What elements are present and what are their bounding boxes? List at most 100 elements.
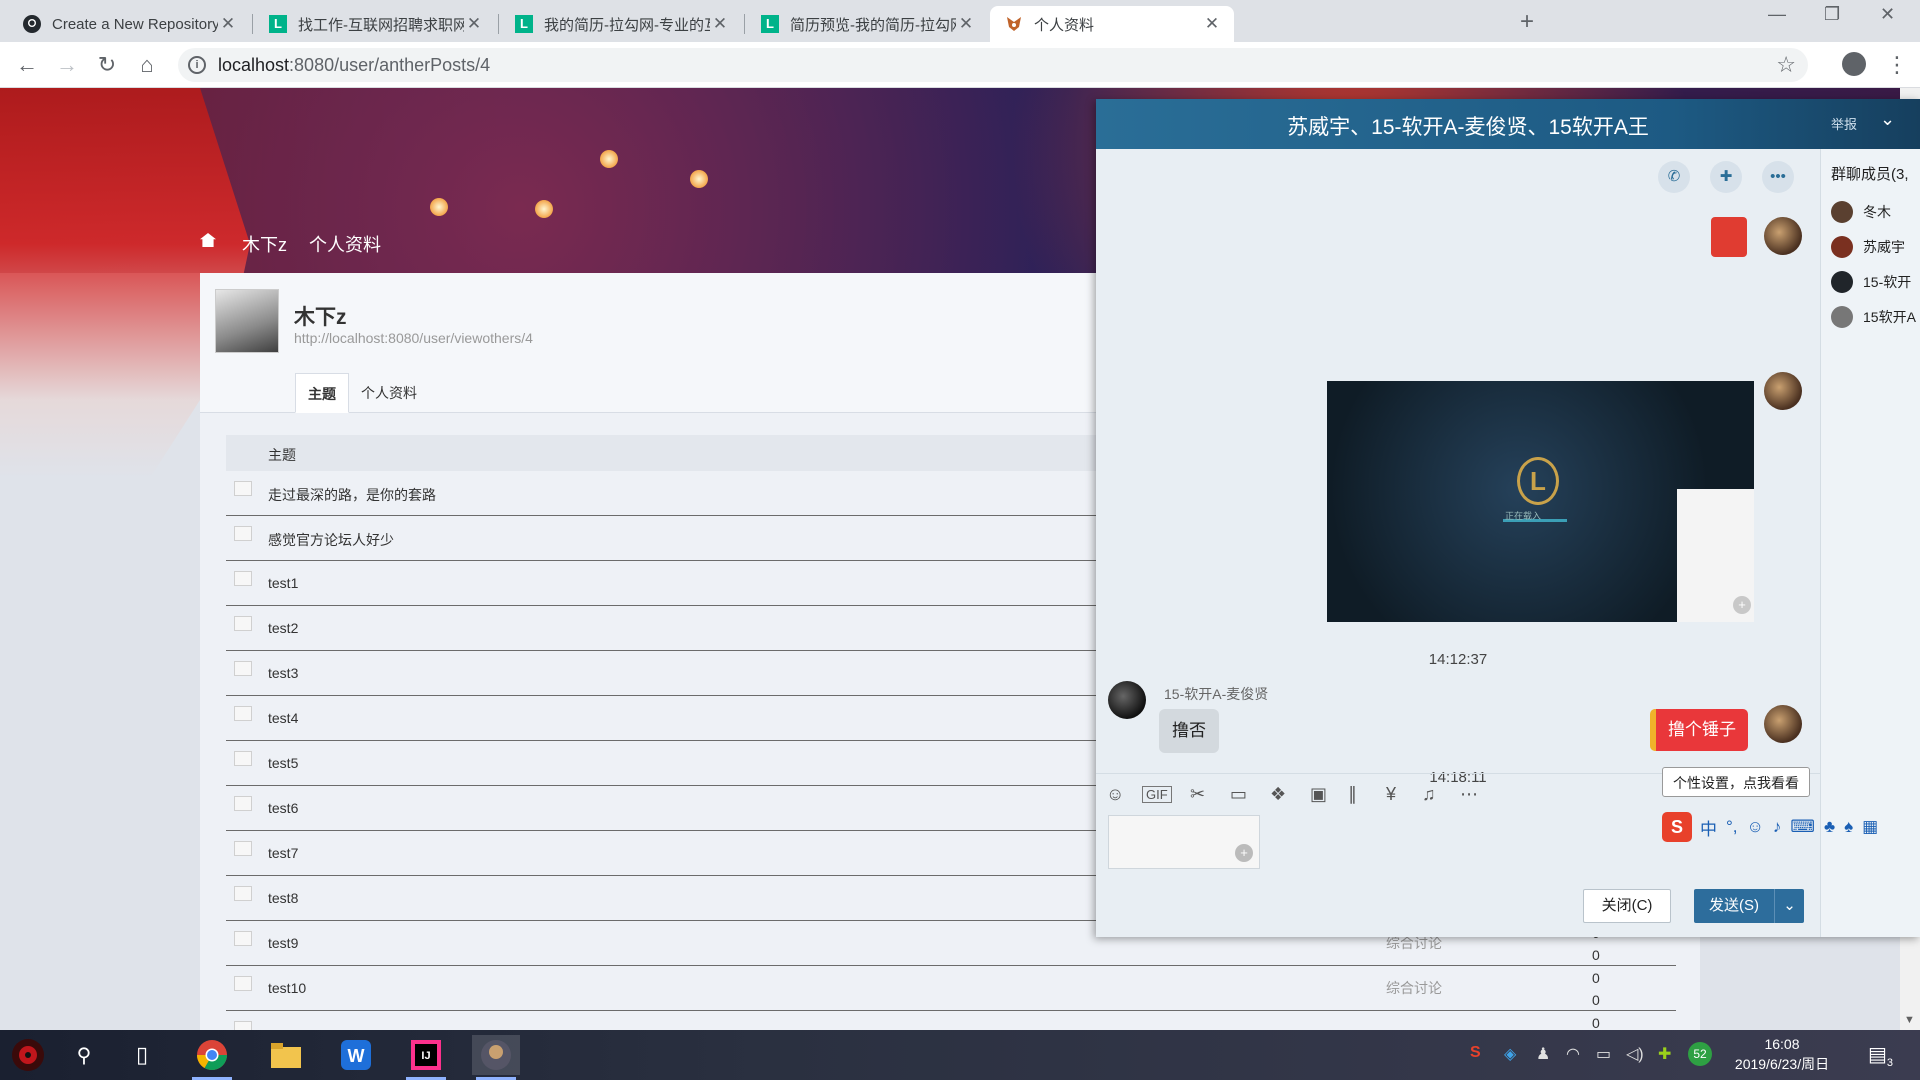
- close-icon[interactable]: ✕: [956, 14, 976, 34]
- red-packet-icon[interactable]: [1711, 217, 1747, 257]
- topic-title[interactable]: test10: [268, 980, 306, 996]
- member-item[interactable]: 15软开A: [1831, 304, 1916, 330]
- chat-title-bar[interactable]: 苏威宇、15-软开A-麦俊贤、15软开A王 举报 ⌄: [1096, 99, 1920, 149]
- send-button[interactable]: 发送(S) ⌄: [1694, 889, 1804, 923]
- battery-icon[interactable]: ▭: [1596, 1044, 1611, 1064]
- system-clock[interactable]: 16:08 2019/6/23/周日: [1722, 1034, 1842, 1074]
- avatar[interactable]: [1764, 217, 1802, 255]
- tab-profile[interactable]: 个人资料 ✕: [990, 6, 1234, 42]
- user-link[interactable]: http://localhost:8080/user/viewothers/4: [294, 330, 533, 346]
- phone-icon[interactable]: ✆: [1658, 161, 1690, 193]
- report-link[interactable]: 举报: [1831, 114, 1857, 133]
- send-label[interactable]: 发送(S): [1694, 889, 1774, 923]
- close-icon[interactable]: ✕: [710, 14, 730, 34]
- avatar[interactable]: [1764, 705, 1802, 743]
- avatar[interactable]: [215, 289, 279, 353]
- restore-button[interactable]: ❐: [1824, 4, 1840, 25]
- folder-icon[interactable]: ▭: [1230, 784, 1247, 805]
- back-icon[interactable]: ←: [14, 52, 40, 78]
- new-tab-button[interactable]: +: [1520, 8, 1534, 36]
- scroll-down-icon[interactable]: ▼: [1904, 1014, 1915, 1026]
- notification-icon[interactable]: ▤3: [1868, 1042, 1893, 1069]
- badge-count[interactable]: 52: [1688, 1042, 1712, 1066]
- topic-title[interactable]: test2: [268, 620, 298, 636]
- topic-title[interactable]: test6: [268, 800, 298, 816]
- volume-icon[interactable]: ◁): [1626, 1044, 1644, 1064]
- topic-title[interactable]: 走过最深的路，是你的套路: [268, 485, 436, 505]
- topic-title[interactable]: test1: [268, 575, 298, 591]
- topic-title[interactable]: test9: [268, 935, 298, 951]
- bookmark-star-icon[interactable]: ☆: [1776, 52, 1796, 78]
- member-item[interactable]: 15-软开: [1831, 269, 1911, 295]
- more-icon[interactable]: •••: [1762, 161, 1794, 193]
- bell-icon[interactable]: ♫: [1422, 784, 1436, 805]
- tab-profile-info[interactable]: 个人资料: [349, 373, 429, 413]
- forward-icon[interactable]: →: [54, 52, 80, 78]
- microphone-icon[interactable]: ♪: [1773, 817, 1782, 837]
- member-item[interactable]: 冬木: [1831, 199, 1891, 225]
- search-icon[interactable]: ⚲: [60, 1035, 108, 1075]
- add-chat-icon[interactable]: ✚: [1710, 161, 1742, 193]
- table-row[interactable]: test10 综合讨论 0 0: [226, 966, 1676, 1011]
- home-icon[interactable]: ⌂: [134, 52, 160, 78]
- table-row[interactable]: 0: [226, 1011, 1676, 1030]
- message-area[interactable]: ✆ ✚ ••• L 正在载入 + 14:12:37 15-软开A-麦俊贤 撸否 …: [1096, 149, 1820, 786]
- close-icon[interactable]: ✕: [1202, 14, 1222, 34]
- sogou-tray-icon[interactable]: S: [1470, 1044, 1481, 1062]
- tab-lagou-preview[interactable]: L 简历预览-我的简历-拉勾网-专业 ✕: [746, 6, 988, 42]
- pending-attachment[interactable]: +: [1108, 815, 1260, 869]
- account-icon[interactable]: [1842, 52, 1866, 76]
- member-item[interactable]: 苏威宇: [1831, 234, 1905, 260]
- topic-title[interactable]: test3: [268, 665, 298, 681]
- info-icon[interactable]: i: [188, 56, 206, 74]
- avatar[interactable]: [1764, 372, 1802, 410]
- gif-icon[interactable]: GIF: [1142, 786, 1172, 803]
- close-icon[interactable]: ✕: [464, 14, 484, 34]
- chrome-icon[interactable]: [188, 1035, 236, 1080]
- file-explorer-icon[interactable]: [262, 1035, 310, 1075]
- keyboard-icon[interactable]: ⌨: [1790, 817, 1815, 837]
- image-message[interactable]: L 正在载入 +: [1327, 381, 1754, 622]
- window-close-button[interactable]: ✕: [1880, 4, 1895, 25]
- close-button[interactable]: 关闭(C): [1583, 889, 1671, 923]
- ime-mode-label[interactable]: 中: [1700, 815, 1717, 840]
- intellij-icon[interactable]: IJ: [402, 1035, 450, 1080]
- minimize-button[interactable]: —: [1768, 4, 1786, 25]
- incoming-message[interactable]: 撸否: [1159, 709, 1219, 753]
- tab-github[interactable]: Create a New Repository ✕: [8, 6, 250, 42]
- avatar[interactable]: [1108, 681, 1146, 719]
- sogou-ime-icon[interactable]: S: [1662, 812, 1692, 842]
- tab-lagou-jobs[interactable]: L 找工作-互联网招聘求职网-拉勾网 ✕: [254, 6, 496, 42]
- emoji-icon[interactable]: ☺: [1106, 784, 1124, 805]
- topic-title[interactable]: 感觉官方论坛人好少: [268, 530, 394, 550]
- wifi-icon[interactable]: ◠: [1566, 1044, 1580, 1064]
- user-icon[interactable]: ♣: [1824, 817, 1835, 837]
- qq-chat-taskbar-icon[interactable]: [472, 1035, 520, 1080]
- zoom-icon[interactable]: +: [1235, 844, 1253, 862]
- wps-icon[interactable]: W: [332, 1035, 380, 1075]
- scissors-icon[interactable]: ✂: [1190, 784, 1205, 805]
- grid-icon[interactable]: ▦: [1862, 817, 1878, 837]
- address-bar[interactable]: i localhost:8080/user/antherPosts/4 ☆: [178, 48, 1808, 82]
- ime-emoji-icon[interactable]: ☺: [1747, 817, 1764, 837]
- sticker-icon[interactable]: ❖: [1270, 784, 1286, 805]
- topic-title[interactable]: test8: [268, 890, 298, 906]
- outgoing-message[interactable]: 撸个锤子: [1650, 709, 1748, 751]
- topic-title[interactable]: test7: [268, 845, 298, 861]
- qq-tray-icon[interactable]: ♟: [1536, 1044, 1550, 1064]
- topic-title[interactable]: test4: [268, 710, 298, 726]
- breadcrumb-user[interactable]: 木下z: [242, 235, 287, 255]
- task-view-icon[interactable]: ▯: [118, 1035, 166, 1075]
- red-packet-tool-icon[interactable]: ¥: [1386, 784, 1396, 805]
- cube-tray-icon[interactable]: ◈: [1504, 1044, 1516, 1064]
- plus-tray-icon[interactable]: ✚: [1658, 1044, 1671, 1064]
- image-icon[interactable]: ▣: [1310, 784, 1327, 805]
- tab-topics[interactable]: 主题: [295, 373, 349, 413]
- topic-title[interactable]: test5: [268, 755, 298, 771]
- url-text[interactable]: localhost:8080/user/antherPosts/4: [218, 55, 490, 76]
- zoom-icon[interactable]: +: [1733, 596, 1751, 614]
- start-button[interactable]: [4, 1035, 52, 1075]
- tab-lagou-resume[interactable]: L 我的简历-拉勾网-专业的互联网招 ✕: [500, 6, 742, 42]
- chevron-down-icon[interactable]: ⌄: [1774, 889, 1804, 923]
- close-icon[interactable]: ✕: [218, 14, 238, 34]
